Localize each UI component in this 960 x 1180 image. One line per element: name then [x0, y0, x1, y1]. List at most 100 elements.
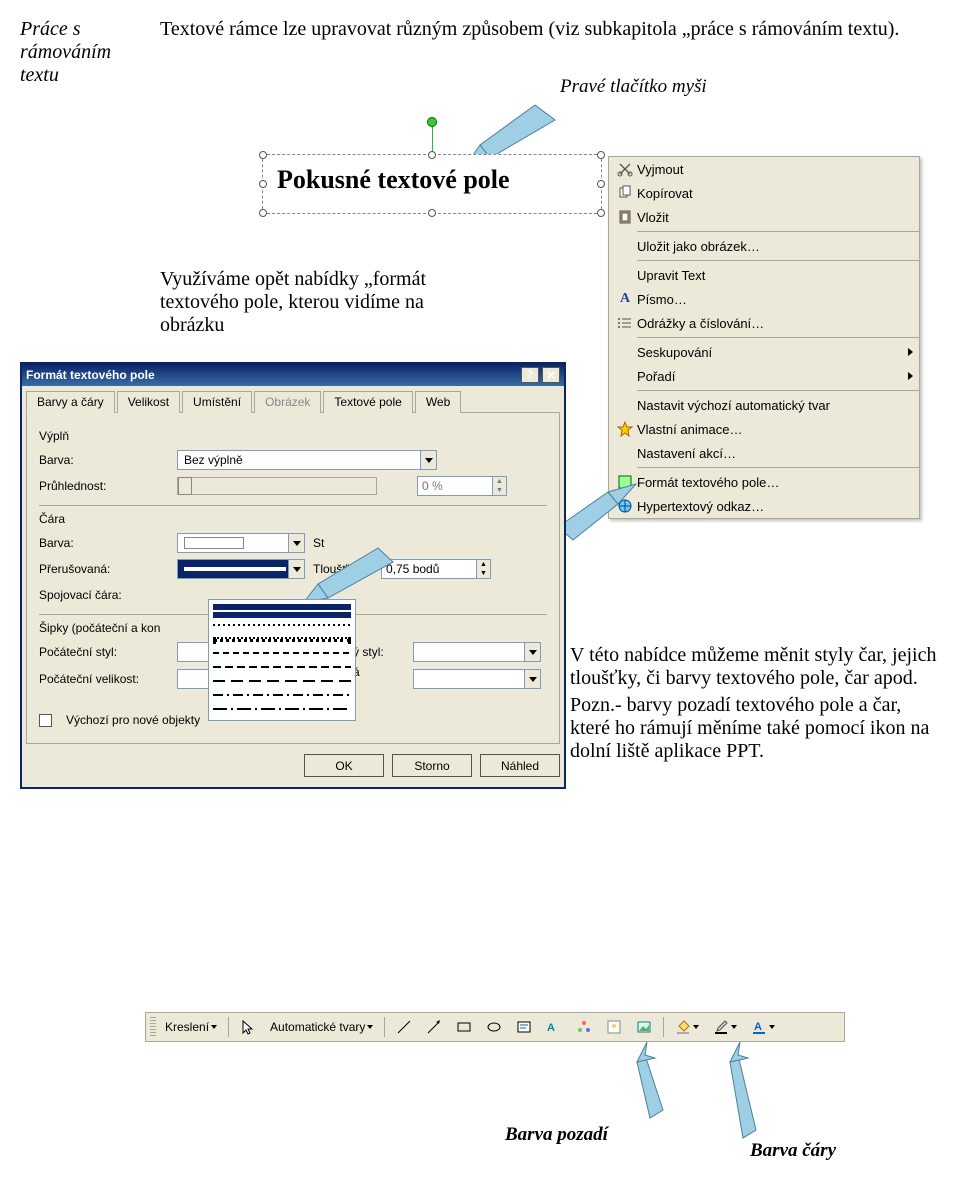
tab-colors-lines[interactable]: Barvy a čáry [26, 391, 115, 413]
menu-order[interactable]: Pořadí [609, 364, 919, 388]
label-line-color: Barva: [39, 536, 169, 550]
line-style-dropdown[interactable] [208, 599, 356, 721]
draw-menu-button[interactable]: Kreslení [160, 1016, 222, 1038]
oval-icon [486, 1019, 502, 1035]
copy-icon [613, 185, 637, 201]
label-dashed: Přerušovaná: [39, 562, 169, 576]
clipart-icon [606, 1019, 622, 1035]
clipart-button[interactable] [601, 1016, 627, 1038]
change-styles-paragraph: V této nabídce můžeme měnit styly čar, j… [570, 644, 940, 763]
autoshapes-button[interactable]: Automatické tvary [265, 1016, 378, 1038]
menu-paste[interactable]: Vložit [609, 205, 919, 229]
font-color-button[interactable]: A [746, 1016, 780, 1038]
group-line: Čára [39, 512, 547, 526]
brush-icon [713, 1019, 729, 1035]
star-icon [613, 421, 637, 437]
wordart-icon: A [546, 1019, 562, 1035]
line-icon [396, 1019, 412, 1035]
select-objects-button[interactable] [235, 1016, 261, 1038]
fill-color-caption: Barva pozadí [505, 1124, 608, 1146]
default-new-checkbox[interactable] [39, 714, 52, 727]
label-fill-color: Barva: [39, 453, 169, 467]
dashed-combo[interactable] [177, 559, 305, 579]
label-begin-size: Počáteční velikost: [39, 672, 169, 686]
insert-picture-button[interactable] [631, 1016, 657, 1038]
menu-action-settings[interactable]: Nastavení akcí… [609, 441, 919, 465]
menu-default-shape[interactable]: Nastavit výchozí automatický tvar [609, 393, 919, 417]
drawing-toolbar: Kreslení Automatické tvary A A [145, 1012, 845, 1042]
menu-save-image[interactable]: Uložit jako obrázek… [609, 234, 919, 258]
chevron-down-icon [367, 1025, 373, 1029]
dialog-title: Formát textového pole [26, 368, 155, 382]
arrow-tool-button[interactable] [421, 1016, 447, 1038]
grip-icon[interactable] [150, 1017, 156, 1037]
svg-text:A: A [754, 1021, 762, 1033]
label-transparency: Průhlednost: [39, 479, 169, 493]
right-mouse-caption: Pravé tlačítko myši [560, 76, 707, 98]
menu-format-textbox[interactable]: Formát textového pole… [609, 470, 919, 494]
label-connector: Spojovací čára: [39, 588, 169, 602]
menu-group[interactable]: Seskupování [609, 340, 919, 364]
ok-button[interactable]: OK [304, 754, 384, 777]
paste-icon [613, 209, 637, 225]
fill-color-button[interactable] [670, 1016, 704, 1038]
line-tool-button[interactable] [391, 1016, 417, 1038]
preview-button[interactable]: Náhled [480, 754, 560, 777]
line-color-button[interactable] [708, 1016, 742, 1038]
use-format-paragraph: Využíváme opět nabídky „formát textového… [160, 268, 470, 337]
tab-position[interactable]: Umístění [182, 391, 252, 413]
rectangle-icon [456, 1019, 472, 1035]
arrow-to-fill-button [625, 1040, 675, 1136]
sample-text-box-content: Pokusné textové pole [263, 155, 601, 205]
scissors-icon [613, 161, 637, 177]
menu-cut[interactable]: Vyjmout [609, 157, 919, 181]
bullets-icon [613, 315, 637, 331]
font-icon: A [613, 291, 637, 307]
picture-icon [636, 1019, 652, 1035]
rotation-handle-icon[interactable] [427, 117, 437, 127]
menu-edit-text[interactable]: Upravit Text [609, 263, 919, 287]
sample-text-box[interactable]: Pokusné textové pole [262, 154, 602, 214]
rectangle-tool-button[interactable] [451, 1016, 477, 1038]
fill-color-combo[interactable]: Bez výplně [177, 450, 437, 470]
menu-custom-animation[interactable]: Vlastní animace… [609, 417, 919, 441]
format-textbox-dialog: Formát textového pole ? ✕ Barvy a čáry V… [20, 362, 566, 789]
menu-font[interactable]: A Písmo… [609, 287, 919, 311]
chevron-down-icon [693, 1025, 699, 1029]
menu-copy[interactable]: Kopírovat [609, 181, 919, 205]
wordart-button[interactable]: A [541, 1016, 567, 1038]
tab-image: Obrázek [254, 391, 321, 413]
close-button[interactable]: ✕ [542, 367, 560, 383]
label-begin-style: Počáteční styl: [39, 645, 169, 659]
menu-hyperlink[interactable]: Hypertextový odkaz… [609, 494, 919, 518]
tab-web[interactable]: Web [415, 391, 461, 413]
bucket-icon [675, 1019, 691, 1035]
line-color-combo[interactable] [177, 533, 305, 553]
tab-size[interactable]: Velikost [117, 391, 180, 413]
chevron-down-icon [769, 1025, 775, 1029]
diagram-button[interactable] [571, 1016, 597, 1038]
textbox-icon [516, 1019, 532, 1035]
chevron-down-icon [731, 1025, 737, 1029]
help-button[interactable]: ? [521, 367, 539, 383]
svg-text:A: A [547, 1022, 555, 1034]
context-menu: Vyjmout Kopírovat Vložit Uložit jako obr… [608, 156, 920, 519]
line-color-caption: Barva čáry [750, 1140, 836, 1162]
transparency-spinner[interactable]: 0 %▲▼ [417, 476, 507, 496]
submenu-arrow-icon [908, 348, 913, 356]
menu-bullets[interactable]: Odrážky a číslování… [609, 311, 919, 335]
end-size-combo[interactable] [413, 669, 541, 689]
cancel-button[interactable]: Storno [392, 754, 472, 777]
margin-note: Práce s rámováním textu [20, 18, 150, 87]
intro-paragraph: Textové rámce lze upravovat různým způso… [160, 18, 940, 41]
label-default-new: Výchozí pro nové objekty [66, 713, 200, 727]
tab-textbox[interactable]: Textové pole [323, 391, 412, 413]
textbox-tool-button[interactable] [511, 1016, 537, 1038]
arrow-icon [426, 1019, 442, 1035]
diagram-icon [576, 1019, 592, 1035]
oval-tool-button[interactable] [481, 1016, 507, 1038]
end-style-combo[interactable] [413, 642, 541, 662]
arrow-to-line-button [718, 1040, 768, 1156]
chevron-down-icon [211, 1025, 217, 1029]
transparency-slider[interactable] [177, 477, 377, 495]
